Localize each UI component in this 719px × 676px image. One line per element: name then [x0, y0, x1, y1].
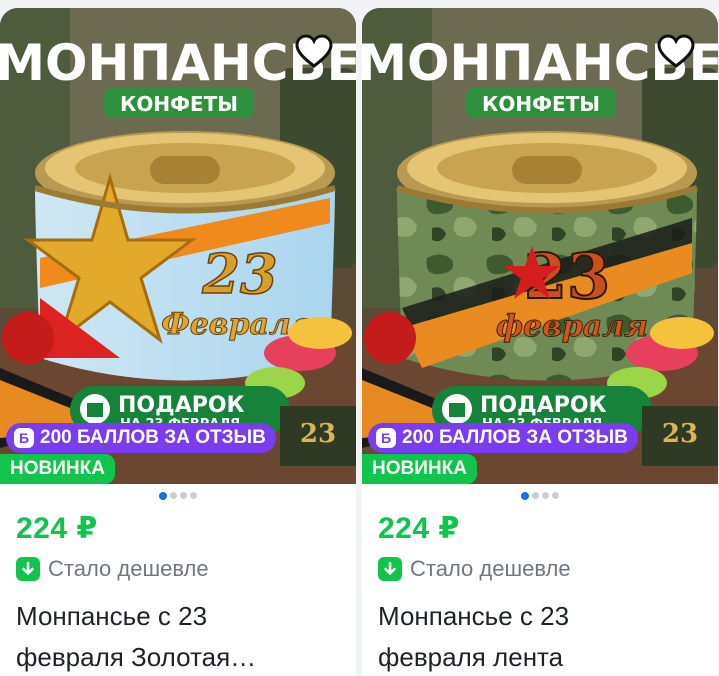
gift-label-text: ПОДАРОК — [118, 393, 245, 418]
carousel-dot[interactable] — [552, 492, 559, 499]
carousel-dot[interactable] — [542, 492, 549, 499]
carousel-dot[interactable] — [190, 492, 197, 499]
product-title-line: февраля Золотая… — [16, 642, 257, 672]
product-photo[interactable]: МОНПАНСЬЕ КОНФЕТЫ 23 февраля ПОДАРОК НА … — [362, 8, 718, 484]
points-icon: Б — [14, 428, 34, 448]
review-points-badge: Б 200 БАЛЛОВ ЗА ОТЗЫВ — [6, 423, 276, 453]
arrow-down-icon — [378, 557, 402, 581]
product-card[interactable]: МОНПАНСЬЕ КОНФЕТЫ 23 февраля ПОДАРОК НА … — [362, 8, 718, 676]
can-month-text: февраля — [496, 309, 648, 344]
product-title-line: Монпансье с 23 — [378, 601, 570, 631]
price-drop-label: Стало дешевле — [410, 556, 571, 581]
corner-plaque-number: 23 — [662, 419, 698, 449]
corner-plaque-number: 23 — [300, 419, 336, 449]
new-badge: НОВИНКА — [0, 454, 115, 484]
review-points-label: 200 БАЛЛОВ ЗА ОТЗЫВ — [40, 427, 266, 448]
product-card[interactable]: МОНПАНСЬЕ КОНФЕТЫ 23 Февраля ПОДАРОК НА … — [0, 8, 356, 676]
review-points-label: 200 БАЛЛОВ ЗА ОТЗЫВ — [402, 427, 628, 448]
price-drop-note: Стало дешевле — [16, 556, 209, 582]
product-grid: МОНПАНСЬЕ КОНФЕТЫ 23 Февраля ПОДАРОК НА … — [0, 0, 719, 676]
brand-sub-text: КОНФЕТЫ — [120, 92, 238, 116]
carousel-dot[interactable] — [532, 492, 539, 499]
product-title[interactable]: Монпансье с 23 февраля лента — [378, 596, 708, 676]
favorite-heart-icon[interactable] — [656, 32, 696, 72]
gift-label-text: ПОДАРОК — [480, 393, 607, 418]
price-drop-label: Стало дешевле — [48, 556, 209, 581]
product-title-line: февраля лента — [378, 642, 564, 672]
product-title-line: Монпансье с 23 — [16, 601, 208, 631]
product-photo[interactable]: МОНПАНСЬЕ КОНФЕТЫ 23 Февраля ПОДАРОК НА … — [0, 8, 356, 484]
price-drop-note: Стало дешевле — [378, 556, 571, 582]
carousel-dot[interactable] — [521, 491, 529, 500]
carousel-dot[interactable] — [180, 492, 187, 499]
product-price: 224 ₽ — [378, 512, 460, 545]
arrow-down-icon — [16, 557, 40, 581]
carousel-dots — [0, 491, 356, 500]
can-number-text: 23 — [201, 242, 277, 306]
carousel-dot[interactable] — [170, 492, 177, 499]
review-points-badge: Б 200 БАЛЛОВ ЗА ОТЗЫВ — [368, 423, 638, 453]
carousel-dots — [362, 491, 718, 500]
brand-sub-text: КОНФЕТЫ — [482, 92, 600, 116]
points-icon: Б — [376, 428, 396, 448]
favorite-heart-icon[interactable] — [294, 32, 334, 72]
product-price: 224 ₽ — [16, 512, 98, 545]
new-badge: НОВИНКА — [362, 454, 477, 484]
product-title[interactable]: Монпансье с 23 февраля Золотая… — [16, 596, 346, 676]
carousel-dot[interactable] — [159, 491, 167, 500]
